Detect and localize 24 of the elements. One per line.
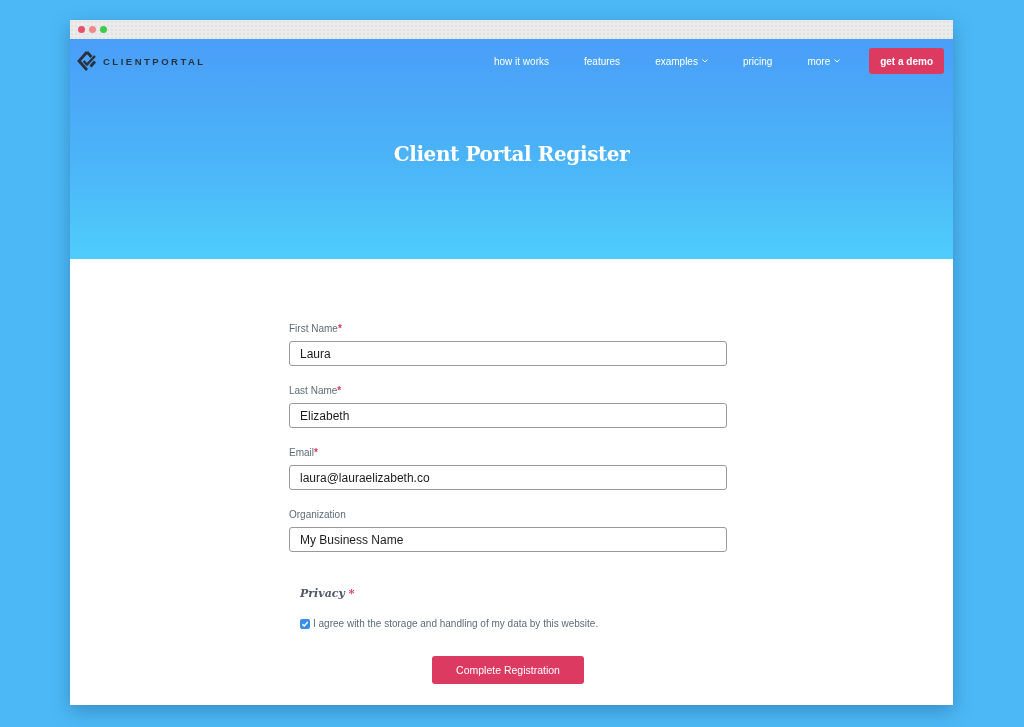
checkbox[interactable] (300, 618, 310, 629)
text-input[interactable]: Elizabeth (289, 403, 727, 428)
nav-link[interactable]: pricing (742, 55, 773, 67)
text-input[interactable]: Laura (289, 341, 727, 366)
nav-link[interactable]: features (584, 55, 621, 67)
page-title: Client Portal Register (393, 142, 630, 166)
nav-link[interactable]: more (807, 55, 841, 67)
nav-link[interactable]: examples (655, 55, 708, 67)
get-demo-button[interactable]: get a demo (869, 48, 944, 74)
consent-label: I agree with the storage and handling of my data by this website. (313, 618, 599, 629)
privacy-heading: Privacy * (300, 587, 355, 600)
text-input[interactable]: My Business Name (289, 527, 727, 552)
field-label: Email* (289, 446, 318, 459)
field-label: First Name* (289, 322, 342, 335)
logo-text: CLIENTPORTAL (103, 55, 206, 67)
window-control-dot-icon[interactable] (89, 26, 96, 33)
field-label: Organization (289, 508, 346, 521)
field-label: Last Name* (289, 384, 342, 397)
nav-link[interactable]: how it works (493, 55, 549, 67)
complete-registration-button[interactable]: Complete Registration (432, 656, 584, 684)
logo-check-icon (77, 50, 97, 72)
window-control-dot-icon[interactable] (78, 26, 85, 33)
text-input[interactable]: laura@lauraelizabeth.co (289, 465, 727, 490)
window-control-dot-icon[interactable] (100, 26, 107, 33)
